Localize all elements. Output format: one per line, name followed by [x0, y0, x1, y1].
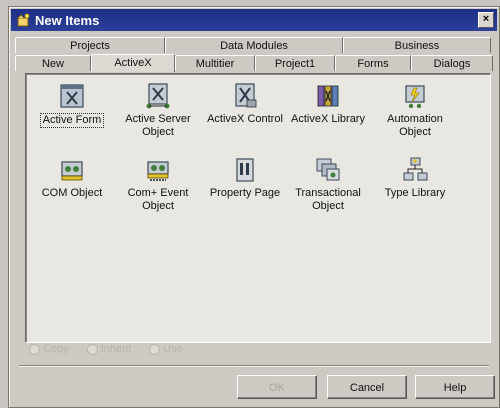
radio-dot — [149, 343, 161, 355]
item-property-page[interactable]: Property Page — [201, 156, 289, 200]
item-label: ActiveX Library — [291, 113, 365, 125]
item-label: Type Library — [384, 187, 446, 199]
tab-forms[interactable]: Forms — [335, 55, 411, 71]
item-transactional-object[interactable]: Transactional Object — [284, 156, 372, 213]
item-label: Automation Object — [387, 113, 443, 138]
com-object-icon — [61, 161, 83, 181]
tab-dialogs[interactable]: Dialogs — [411, 55, 493, 71]
cancel-button[interactable]: Cancel — [327, 375, 407, 399]
item-label: Property Page — [209, 187, 281, 199]
close-button[interactable]: × — [478, 12, 494, 28]
radio-dot — [86, 343, 98, 355]
tab-activex[interactable]: ActiveX — [91, 54, 175, 72]
transactional-object-icon — [316, 158, 340, 181]
item-label: COM Object — [41, 187, 103, 199]
tab-multitier[interactable]: Multitier — [175, 55, 255, 71]
item-label: Transactional Object — [295, 187, 361, 212]
inherit-label: Inherit — [100, 343, 132, 355]
com-event-object-icon — [147, 161, 169, 181]
item-label: ActiveX Control — [207, 113, 283, 125]
item-label: Com+ Event Object — [127, 187, 189, 212]
tab-data-modules[interactable]: Data Modules — [165, 37, 343, 53]
item-active-form[interactable]: Active Form — [28, 82, 116, 128]
tab-projects[interactable]: Projects — [15, 37, 165, 53]
tab-row-back: Projects Data Modules Business — [15, 37, 491, 54]
item-label: Active Form — [39, 113, 105, 128]
item-automation-object[interactable]: Automation Object — [371, 82, 459, 139]
inherit-radio[interactable]: Inherit — [86, 343, 132, 355]
title-bar[interactable]: New Items × — [11, 9, 497, 31]
activex-library-icon — [317, 85, 339, 107]
window-title: New Items — [35, 12, 100, 28]
item-active-server-object[interactable]: Active Server Object — [114, 82, 202, 139]
copy-radio[interactable]: Copy — [29, 343, 69, 355]
item-type-library[interactable]: Type Library — [371, 156, 459, 200]
copy-label: Copy — [43, 343, 69, 355]
tab-project1[interactable]: Project1 — [255, 55, 335, 71]
new-items-icon — [17, 13, 30, 27]
tab-new[interactable]: New — [15, 55, 91, 71]
use-radio[interactable]: Use — [149, 343, 183, 355]
separator — [19, 365, 489, 367]
active-server-object-icon — [146, 83, 170, 109]
tab-row-front: New ActiveX Multitier Project1 Forms Dia… — [15, 54, 493, 72]
new-items-dialog: New Items × Projects Data Modules Busine… — [8, 6, 500, 408]
items-panel: Active Form Active Server Object ActiveX… — [25, 73, 491, 343]
item-activex-control[interactable]: ActiveX Control — [201, 82, 289, 126]
item-label: Active Server Object — [125, 113, 191, 138]
item-mode-options: Copy Inherit Use — [29, 343, 183, 355]
ok-button[interactable]: OK — [237, 375, 317, 399]
item-com-event-object[interactable]: Com+ Event Object — [114, 156, 202, 213]
type-library-icon — [403, 157, 428, 181]
item-com-object[interactable]: COM Object — [28, 156, 116, 200]
help-button[interactable]: Help — [415, 375, 495, 399]
property-page-icon — [236, 158, 254, 182]
activex-control-icon — [235, 83, 257, 108]
radio-dot — [29, 343, 40, 355]
tab-business[interactable]: Business — [343, 37, 491, 53]
automation-object-icon — [405, 85, 425, 109]
item-activex-library[interactable]: ActiveX Library — [284, 82, 372, 126]
use-label: Use — [163, 343, 183, 355]
active-form-icon — [60, 84, 84, 108]
